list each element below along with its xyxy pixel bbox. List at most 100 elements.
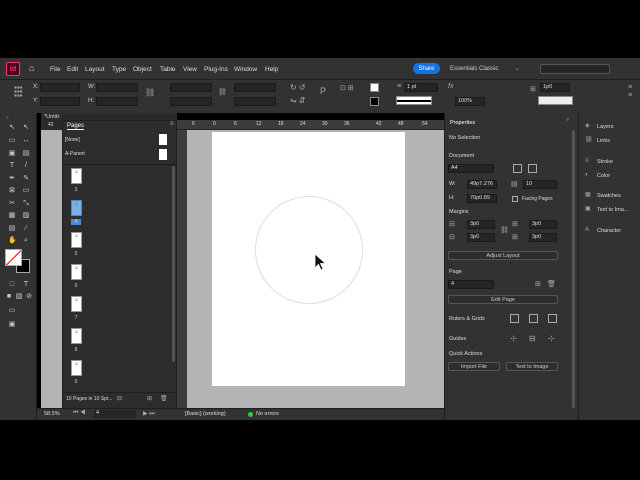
w-field[interactable] — [96, 83, 138, 92]
menu-file[interactable]: File — [50, 66, 60, 73]
import-file-button[interactable]: Import File — [448, 362, 500, 371]
more-options-icon[interactable]: ≡ ≡ — [628, 84, 632, 100]
add-page-icon[interactable]: ⊞ — [535, 280, 541, 288]
screen-mode-icon[interactable]: ▭ — [8, 307, 16, 314]
menu-window[interactable]: Window — [234, 66, 257, 73]
panel-menu-icon[interactable]: ≡ — [170, 121, 174, 127]
properties-tab[interactable]: Properties — [450, 120, 475, 126]
edit-page-button[interactable]: Edit Page — [448, 295, 558, 304]
scissors-tool-icon[interactable]: ✂ — [8, 200, 16, 207]
menu-edit[interactable]: Edit — [67, 66, 78, 73]
constrain-proportions-icon[interactable]: ⛓ — [145, 88, 155, 97]
margin-right-field[interactable]: 3p0 — [529, 233, 557, 242]
hand-tool-icon[interactable]: ✋ — [8, 237, 17, 244]
type-tool-icon[interactable]: T — [8, 162, 16, 169]
fx-icon[interactable]: fx — [448, 83, 453, 90]
page-thumb-6[interactable]: A — [71, 264, 82, 280]
edit-mode-icon[interactable]: ▣ — [8, 321, 16, 328]
menu-help[interactable]: Help — [265, 66, 278, 73]
ruler-icon[interactable] — [510, 314, 519, 323]
content-collector-icon[interactable]: ▣ — [8, 150, 16, 157]
edit-page-size-icon[interactable]: ⊟ — [117, 395, 122, 402]
stroke-swatch-icon[interactable] — [370, 97, 379, 106]
rotate-field[interactable] — [234, 83, 276, 92]
reference-point-icon[interactable]: ▪▪▪ ▪▪▪ ▪▪▪ — [14, 84, 26, 100]
master-a-parent[interactable]: A-Parent — [65, 151, 85, 157]
page-thumb-9[interactable]: A — [71, 360, 82, 376]
margin-top-field[interactable]: 3p0 — [467, 220, 495, 229]
chevron-down-icon[interactable]: ⌄ — [515, 65, 520, 72]
master-none-thumb[interactable] — [159, 134, 167, 145]
apply-none-icon[interactable]: ⊘ — [25, 293, 33, 300]
opacity-field[interactable]: 1p0 — [540, 83, 570, 92]
pages-panel-tab[interactable]: Pages — [67, 123, 85, 130]
menu-plugins[interactable]: Plug-Ins — [204, 66, 228, 73]
page-thumb-4[interactable]: A — [71, 200, 82, 216]
zoom-field[interactable]: 100% — [455, 97, 485, 106]
apply-color-icon[interactable]: ■ — [5, 293, 13, 300]
dock-character[interactable]: Character — [597, 228, 621, 234]
ellipse-shape[interactable] — [255, 196, 363, 304]
master-a-parent-thumb[interactable] — [159, 149, 167, 160]
landscape-icon[interactable] — [528, 164, 537, 173]
apply-gradient-icon[interactable]: ▧ — [15, 293, 23, 300]
zoom-tool-icon[interactable]: ⌕ — [22, 237, 30, 244]
h-field[interactable] — [96, 97, 138, 106]
line-tool-icon[interactable]: / — [22, 162, 30, 169]
menu-table[interactable]: Table — [160, 66, 176, 73]
free-transform-tool-icon[interactable]: ⤡ — [22, 200, 30, 207]
master-none[interactable]: [None] — [65, 137, 80, 143]
gap-tool-icon[interactable]: ↔ — [22, 137, 30, 144]
formatting-text-icon[interactable]: T — [22, 281, 30, 288]
dock-layers[interactable]: Layers — [597, 124, 614, 130]
share-button[interactable]: Share — [413, 63, 440, 74]
margin-left-field[interactable]: 3p0 — [529, 220, 557, 229]
delete-page-icon[interactable]: 🗑 — [160, 395, 168, 402]
properties-scrollbar[interactable] — [572, 130, 575, 408]
formatting-container-icon[interactable]: □ — [8, 281, 16, 288]
zoom-status[interactable]: 58.5% — [44, 411, 60, 417]
page-thumb-7[interactable]: A — [71, 296, 82, 312]
page-thumb-3[interactable]: A — [71, 168, 82, 184]
gradient-tool-icon[interactable]: ▦ — [8, 212, 16, 219]
facing-pages-checkbox[interactable] — [512, 196, 518, 202]
first-page-icon[interactable]: ⏮ ◀ — [73, 410, 85, 417]
stroke-weight-field[interactable]: 1 pt — [404, 83, 438, 92]
page-tool-icon[interactable]: ▭ — [8, 137, 16, 144]
smart-guides-icon[interactable]: ⊟ — [529, 334, 536, 343]
rotate-icon[interactable]: ↻ ↺ — [290, 83, 306, 92]
select-container-icon[interactable]: ⊡ ⊞ — [340, 84, 354, 92]
note-tool-icon[interactable]: ▤ — [8, 225, 16, 232]
menu-layout[interactable]: Layout — [85, 66, 105, 73]
link-icon[interactable]: ⛓ — [218, 88, 227, 96]
page-dropdown[interactable]: 4 — [448, 280, 494, 289]
page-thumb-8[interactable]: A — [71, 328, 82, 344]
baseline-grid-icon[interactable] — [529, 314, 538, 323]
dock-swatches[interactable]: Swatches — [597, 193, 621, 199]
pen-tool-icon[interactable]: ✒ — [8, 175, 16, 182]
x-field[interactable] — [40, 83, 80, 92]
width-field[interactable]: 49p7.276 — [467, 180, 497, 189]
pages-count-field[interactable]: 10 — [523, 180, 557, 189]
fill-stroke-swatch[interactable] — [4, 249, 32, 275]
text-to-image-button[interactable]: Text to Image — [506, 362, 558, 371]
rectangle-tool-icon[interactable]: ▭ — [22, 187, 30, 194]
document-tab[interactable]: *Untitl- — [44, 114, 61, 120]
menu-type[interactable]: Type — [112, 66, 126, 73]
workspace-switcher[interactable]: Essentials Classic — [450, 66, 498, 72]
preflight-profile[interactable]: [Basic] (working) — [185, 411, 226, 417]
next-page-icon[interactable]: ▶ ⏭ — [143, 410, 155, 418]
path-type-icon[interactable]: P — [320, 86, 326, 96]
content-placer-icon[interactable]: ▤ — [22, 150, 30, 157]
adjust-layout-button[interactable]: Adjust Layout — [448, 251, 558, 260]
dock-links[interactable]: Links — [597, 138, 610, 144]
pages-scrollbar[interactable] — [172, 166, 175, 362]
y-field[interactable] — [40, 97, 80, 106]
gradient-feather-icon[interactable]: ▨ — [22, 212, 30, 219]
delete-page-icon[interactable]: 🗑 — [547, 280, 556, 288]
menu-object[interactable]: Object — [133, 66, 152, 73]
rectangle-frame-tool-icon[interactable]: ⊠ — [8, 187, 16, 194]
properties-menu-icon[interactable]: » — [566, 117, 569, 123]
guides-icon[interactable]: ⊹ — [510, 334, 517, 343]
scale-x-field[interactable] — [170, 83, 212, 92]
